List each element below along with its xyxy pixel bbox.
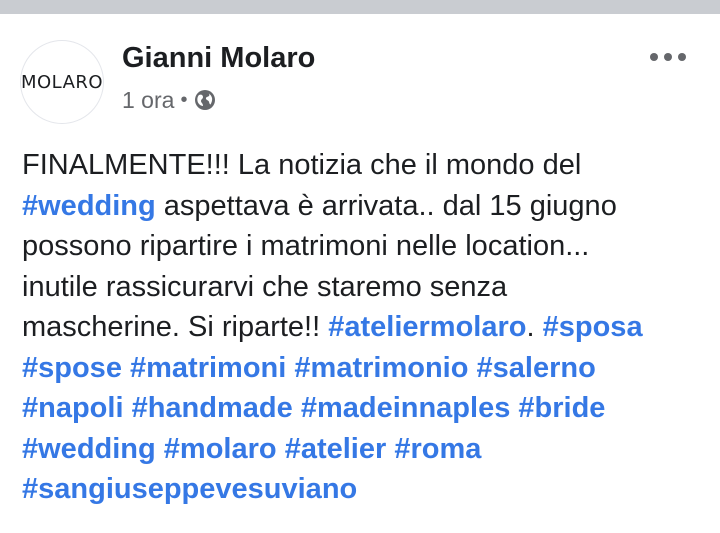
post-text-line: mascherine. Si riparte!! #ateliermolaro.… [22,307,712,348]
post-text-segment [293,392,301,424]
hashtag-link[interactable]: #spose [22,352,122,384]
avatar[interactable]: MOLARO [20,40,104,124]
avatar-logo-text: MOLARO [20,71,104,93]
hashtag-link[interactable]: #molaro [164,433,277,465]
post-text-segment: aspettava è arrivata.. dal 15 giugno [155,189,617,222]
post-text-segment: possono ripartire i matrimoni nelle loca… [22,230,590,262]
post-text-segment [156,433,164,465]
hashtag-link[interactable]: #sangiuseppevesuviano [22,473,357,505]
meta-separator: • [180,88,188,111]
top-divider-strip [0,0,720,14]
post-text-line: possono ripartire i matrimoni nelle loca… [22,226,712,267]
post-text: FINALMENTE!!! La notizia che il mondo de… [22,145,712,510]
hashtag-link[interactable]: #matrimoni [130,352,286,384]
post-text-line: #sangiuseppevesuviano [22,469,712,510]
hashtag-link[interactable]: #sposa [543,311,643,343]
post-text-segment [122,352,130,384]
post-text-segment [468,352,476,384]
post-time[interactable]: 1 ora [122,87,174,114]
post-text-line: #wedding aspettava è arrivata.. dal 15 g… [22,186,712,227]
post-text-segment: . [526,311,543,343]
hashtag-link[interactable]: #roma [394,433,481,465]
hashtag-link[interactable]: #matrimonio [294,352,468,384]
post-text-segment: mascherine. Si riparte!! [22,311,329,343]
post-text-line: #wedding #molaro #atelier #roma [22,429,712,470]
hashtag-link[interactable]: #atelier [285,433,387,465]
author-name[interactable]: Gianni Molaro [122,42,315,75]
hashtag-link[interactable]: #madeinnaples [301,392,511,424]
post-text-segment [124,392,132,424]
hashtag-link[interactable]: #ateliermolaro [328,311,526,343]
post-text-segment: inutile rassicurarvi che staremo senza [22,270,508,303]
post-text-line: #spose #matrimoni #matrimonio #salerno [22,348,712,389]
hashtag-link[interactable]: #salerno [477,352,596,384]
hashtag-link[interactable]: #handmade [132,392,293,424]
post-text-line: inutile rassicurarvi che staremo senza [22,267,712,308]
hashtag-link[interactable]: #napoli [22,392,124,424]
post-text-segment: FINALMENTE!!! La notizia che il mondo de… [22,149,582,181]
more-dot [678,53,686,61]
hashtag-link[interactable]: #bride [518,392,605,424]
post-meta: 1 ora • [122,86,217,114]
post-text-line: #napoli #handmade #madeinnaples #bride [22,388,712,429]
post-text-segment [277,433,285,465]
globe-icon[interactable] [193,88,217,112]
more-options-icon[interactable] [650,48,686,66]
more-dot [664,53,672,61]
post-card: MOLARO Gianni Molaro 1 ora • FINALMENTE!… [0,14,720,533]
hashtag-link[interactable]: #wedding [22,433,156,465]
post-text-line: FINALMENTE!!! La notizia che il mondo de… [22,145,712,186]
hashtag-link[interactable]: #wedding [22,190,156,222]
more-dot [650,53,658,61]
